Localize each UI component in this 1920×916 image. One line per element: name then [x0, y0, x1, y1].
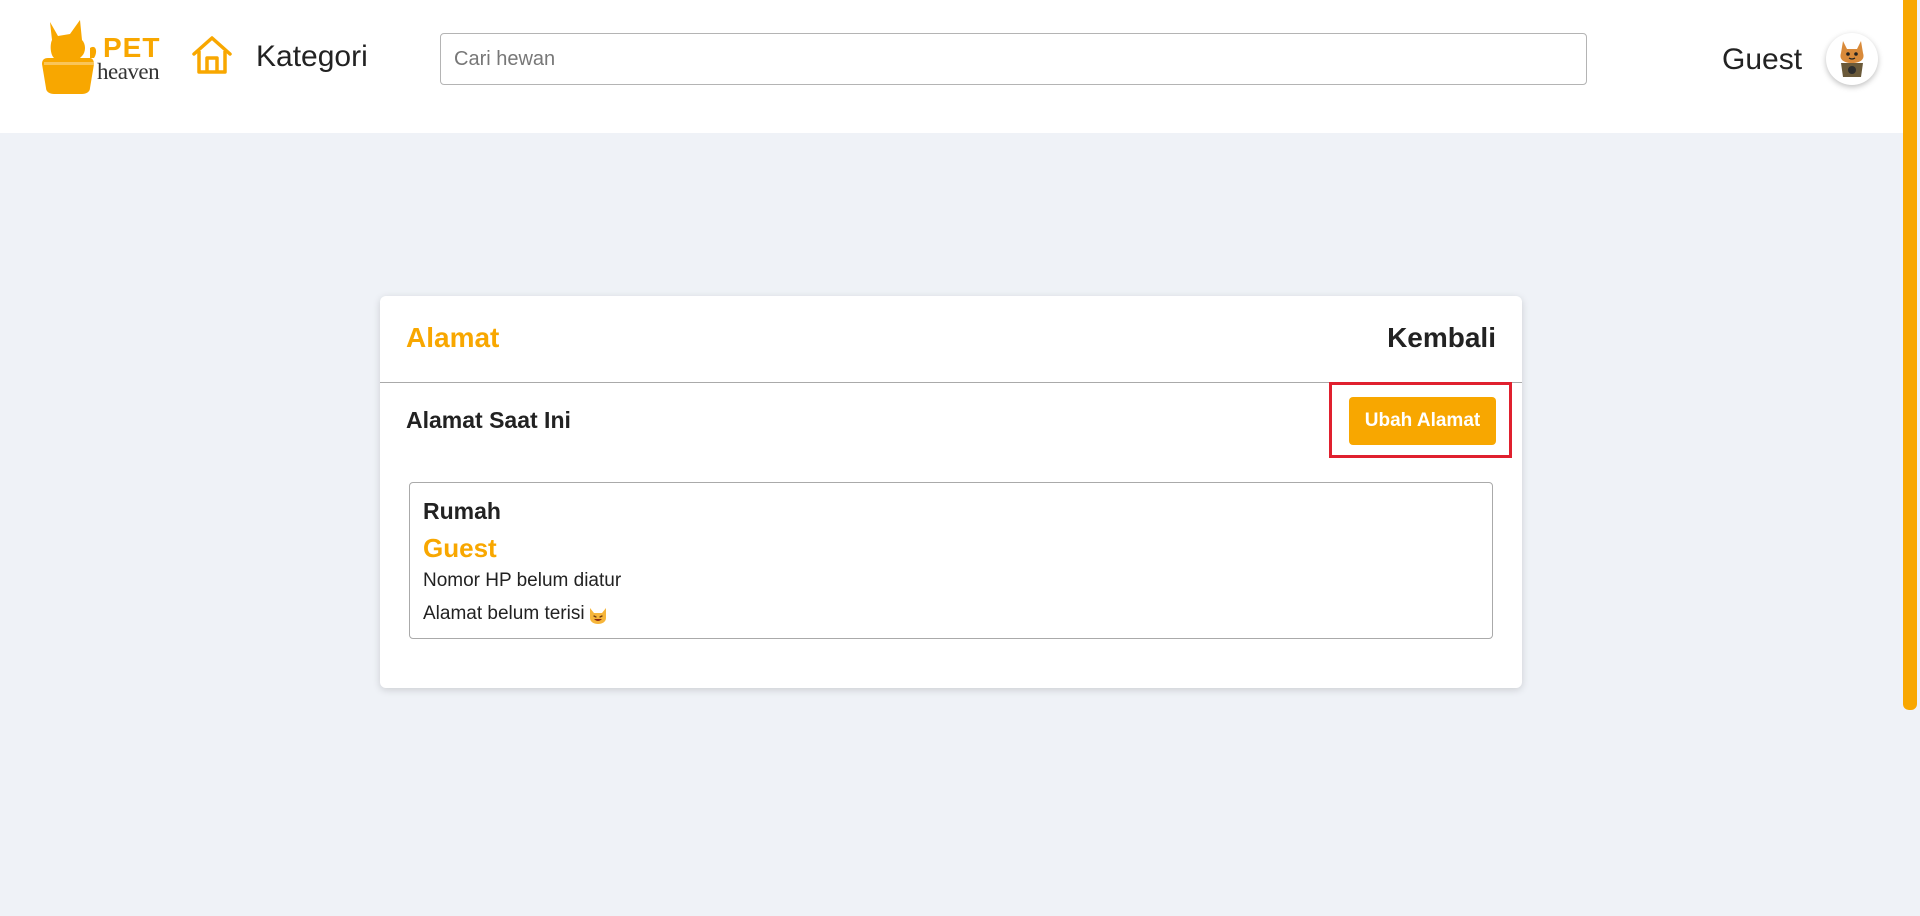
edit-address-button[interactable]: Ubah Alamat — [1349, 397, 1496, 445]
address-street-row: Alamat belum terisi — [423, 603, 608, 625]
back-link[interactable]: Kembali — [1387, 322, 1496, 354]
page-title: Alamat — [406, 322, 500, 353]
search-input[interactable] — [440, 33, 1587, 85]
avatar[interactable] — [1826, 33, 1878, 85]
address-street: Alamat belum terisi — [423, 603, 585, 624]
logo-text-heaven: heaven — [97, 59, 160, 84]
scrollbar-thumb[interactable] — [1903, 0, 1917, 710]
address-phone: Nomor HP belum diatur — [423, 570, 622, 591]
header: PET heaven Kategori Guest — [0, 0, 1903, 133]
cat-logo-icon — [42, 20, 97, 94]
avatar-cat-icon — [1840, 41, 1864, 77]
user-name[interactable]: Guest — [1722, 43, 1802, 77]
section-label: Alamat Saat Ini — [406, 407, 571, 433]
address-card: Alamat Kembali Alamat Saat Ini Rumah Gue… — [380, 296, 1522, 688]
home-icon[interactable] — [191, 34, 233, 76]
address-box: Rumah Guest Nomor HP belum diatur Alamat… — [409, 482, 1493, 639]
address-name: Guest — [423, 533, 497, 563]
logo[interactable]: PET heaven — [40, 18, 162, 94]
address-label: Rumah — [423, 498, 501, 524]
nav-kategori[interactable]: Kategori — [256, 40, 368, 74]
cat-emoji-icon — [589, 608, 606, 624]
